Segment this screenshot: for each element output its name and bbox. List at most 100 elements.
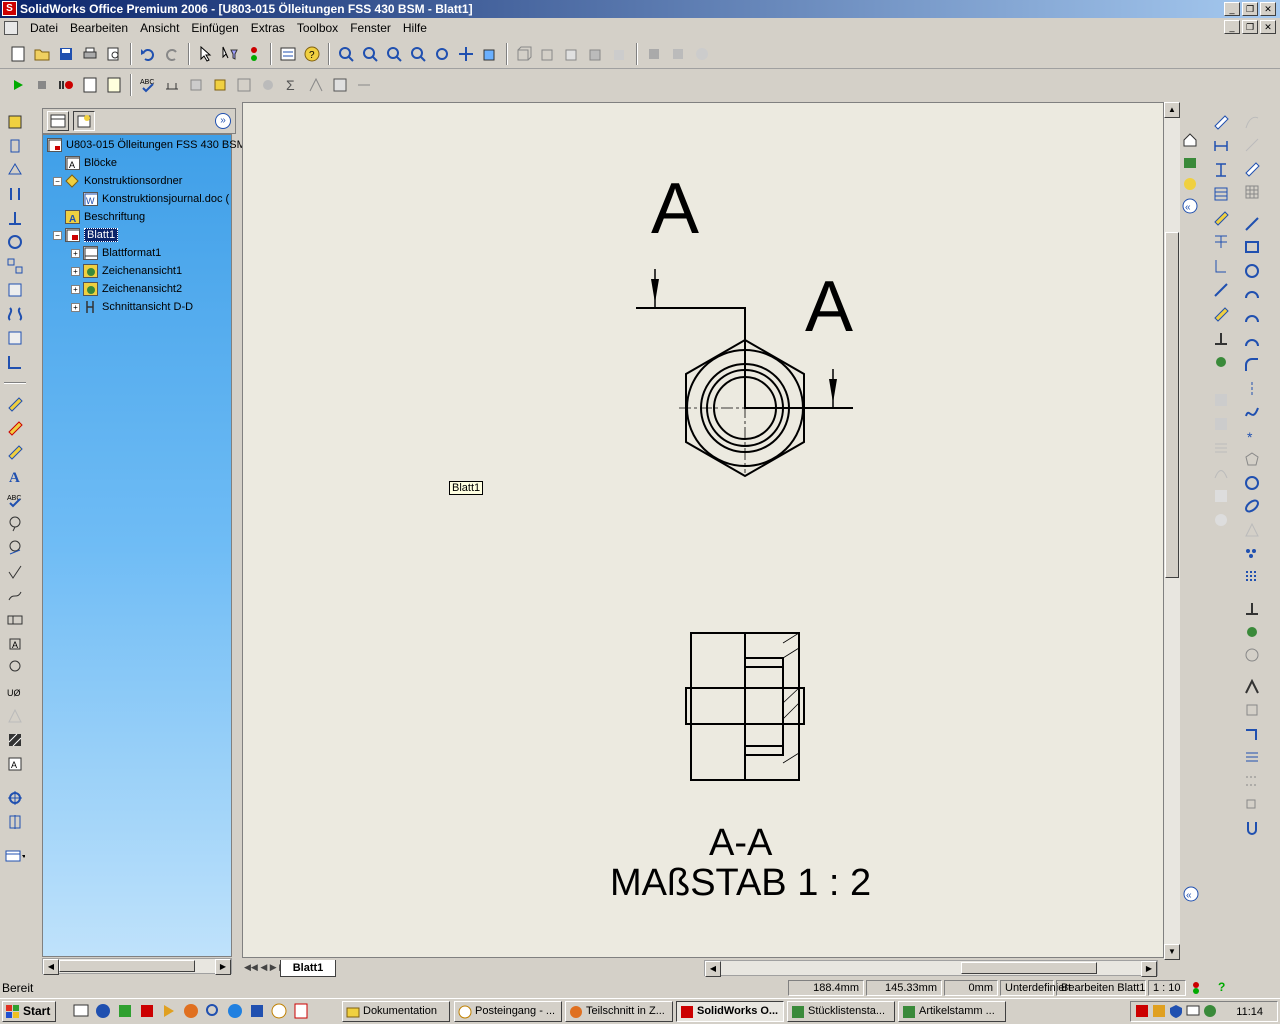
spline-icon[interactable]: [1242, 402, 1262, 422]
line-icon[interactable]: [1242, 214, 1262, 234]
line-thickness-icon[interactable]: [1211, 486, 1231, 506]
hex-nut-top-view[interactable]: [679, 338, 811, 478]
rebuild-icon[interactable]: [244, 44, 264, 64]
record-macro-icon[interactable]: [56, 75, 76, 95]
clock-icon[interactable]: [270, 1002, 288, 1020]
home-icon[interactable]: [1180, 130, 1200, 150]
broken-out-section-icon[interactable]: [5, 280, 25, 300]
area-hatch-icon[interactable]: [5, 730, 25, 750]
feature-manager-tab-icon[interactable]: [47, 111, 69, 131]
measure-icon[interactable]: [162, 75, 182, 95]
taskbar-button-dokumentation[interactable]: Dokumentation: [342, 1001, 450, 1022]
model-view-icon[interactable]: [5, 112, 25, 132]
baseline-dimension-icon[interactable]: [1211, 184, 1231, 204]
ordinate-dimension-icon[interactable]: [1211, 208, 1231, 228]
status-scale[interactable]: 1 : 10: [1148, 980, 1186, 996]
horizontal-dimension-icon[interactable]: [1211, 136, 1231, 156]
zoom-out-icon[interactable]: [408, 44, 428, 64]
view-orientation-icon[interactable]: [480, 44, 500, 64]
smart-dimension-icon[interactable]: [5, 394, 25, 414]
scroll-left-icon[interactable]: ◀: [43, 959, 59, 975]
canvas-horizontal-scrollbar[interactable]: ◀ ▶: [704, 960, 1158, 977]
spell-checker-icon[interactable]: [5, 442, 25, 462]
solidworks-launch-icon[interactable]: [138, 1002, 156, 1020]
sketch-fillet-icon[interactable]: [1242, 355, 1262, 375]
menu-hilfe[interactable]: Hilfe: [397, 21, 433, 35]
trim-icon[interactable]: [1242, 677, 1262, 697]
shaded-edges-icon[interactable]: [586, 44, 606, 64]
hole-callout-icon[interactable]: UØ: [5, 682, 25, 702]
collapse-icon[interactable]: −: [53, 231, 62, 240]
spellcheck-icon[interactable]: ABC: [138, 75, 158, 95]
scroll-up-icon[interactable]: ▲: [1164, 102, 1180, 118]
edit-macro-icon[interactable]: [104, 75, 124, 95]
centerline-sketch-icon[interactable]: [1242, 379, 1262, 399]
sketch-pattern-icon[interactable]: [1242, 544, 1262, 564]
geometric-tolerance-icon[interactable]: [5, 610, 25, 630]
smart-dimension-icon[interactable]: [1211, 112, 1231, 132]
new-macro-icon[interactable]: [80, 75, 100, 95]
parabola-icon[interactable]: [1242, 520, 1262, 540]
select-filter-icon[interactable]: [220, 44, 240, 64]
app-icon[interactable]: [116, 1002, 134, 1020]
copy-entities-icon[interactable]: [1242, 795, 1262, 815]
menu-bearbeiten[interactable]: Bearbeiten: [64, 21, 134, 35]
aligned-section-icon[interactable]: [5, 208, 25, 228]
scroll-thumb[interactable]: [59, 960, 195, 972]
menu-einfuegen[interactable]: Einfügen: [185, 21, 244, 35]
canvas-vertical-scrollbar[interactable]: ▲ ▼: [1164, 102, 1180, 960]
zoom-fit-icon[interactable]: [336, 44, 356, 64]
tree-item-zeichenansicht2[interactable]: Zeichenansicht2: [83, 280, 182, 298]
deviation-analysis-icon[interactable]: [354, 75, 374, 95]
shadow-icon[interactable]: [644, 44, 664, 64]
pdf-icon[interactable]: [292, 1002, 310, 1020]
zoom-in-icon[interactable]: [384, 44, 404, 64]
taskbar-button-solidworks[interactable]: SolidWorks O...: [676, 1001, 784, 1022]
vertical-dimension-icon[interactable]: [1211, 160, 1231, 180]
open-icon[interactable]: [32, 44, 52, 64]
grid-icon[interactable]: [1242, 183, 1262, 203]
weld-symbol-icon[interactable]: [5, 586, 25, 606]
linear-pattern-icon[interactable]: [1242, 567, 1262, 587]
break-icon[interactable]: [5, 304, 25, 324]
chamfer-dimension-icon[interactable]: [1211, 232, 1231, 252]
projected-view-icon[interactable]: [5, 136, 25, 156]
centerline-icon[interactable]: [5, 812, 25, 832]
design-library-icon[interactable]: [1180, 152, 1200, 172]
print-icon[interactable]: [80, 44, 100, 64]
collapse-pane-icon[interactable]: «: [1180, 196, 1200, 216]
section-properties-icon[interactable]: [210, 75, 230, 95]
perspective-icon[interactable]: [668, 44, 688, 64]
convert-entities-icon[interactable]: [1242, 701, 1262, 721]
doc-restore-icon[interactable]: ❐: [1242, 20, 1258, 34]
line-format-icon[interactable]: [1211, 438, 1231, 458]
scroll-left-icon[interactable]: ◀: [705, 961, 721, 977]
close-icon[interactable]: ✕: [1260, 2, 1276, 16]
new-icon[interactable]: [8, 44, 28, 64]
note-icon[interactable]: A: [5, 466, 25, 486]
tray-solidworks-icon[interactable]: [1135, 1004, 1149, 1018]
feature-statistics-icon[interactable]: [306, 75, 326, 95]
polygon-sketch-icon[interactable]: [1242, 473, 1262, 493]
mirror-entities-icon[interactable]: [1242, 748, 1262, 768]
wireframe-icon[interactable]: [514, 44, 534, 64]
tree-item-zeichenansicht1[interactable]: Zeichenansicht1: [83, 262, 182, 280]
section-view-icon[interactable]: [5, 184, 25, 204]
path-length-icon[interactable]: [1211, 256, 1231, 276]
drawing-canvas[interactable]: A A A-A MAßSTAB 1: 2 Blatt1: [242, 102, 1164, 958]
datum-feature-icon[interactable]: A: [5, 634, 25, 654]
restore-icon[interactable]: ❐: [1242, 2, 1258, 16]
doc-close-icon[interactable]: ✕: [1260, 20, 1276, 34]
menu-fenster[interactable]: Fenster: [344, 21, 397, 35]
tree-horizontal-scrollbar[interactable]: ◀ ▶: [42, 958, 232, 975]
check-icon[interactable]: [234, 75, 254, 95]
doc-minimize-icon[interactable]: _: [1224, 20, 1240, 34]
collapse-icon[interactable]: −: [53, 177, 62, 186]
tray-shield-icon[interactable]: [1169, 1004, 1183, 1018]
tree-item-konstruktionsordner[interactable]: Konstruktionsordner: [65, 172, 182, 190]
spell-check-icon[interactable]: ABC: [5, 490, 25, 510]
smart-dim-sketch-icon[interactable]: [1242, 159, 1262, 179]
cosmetic-thread-icon[interactable]: [5, 706, 25, 726]
explorer-icon[interactable]: [94, 1002, 112, 1020]
tangent-arc-icon[interactable]: [1242, 308, 1262, 328]
